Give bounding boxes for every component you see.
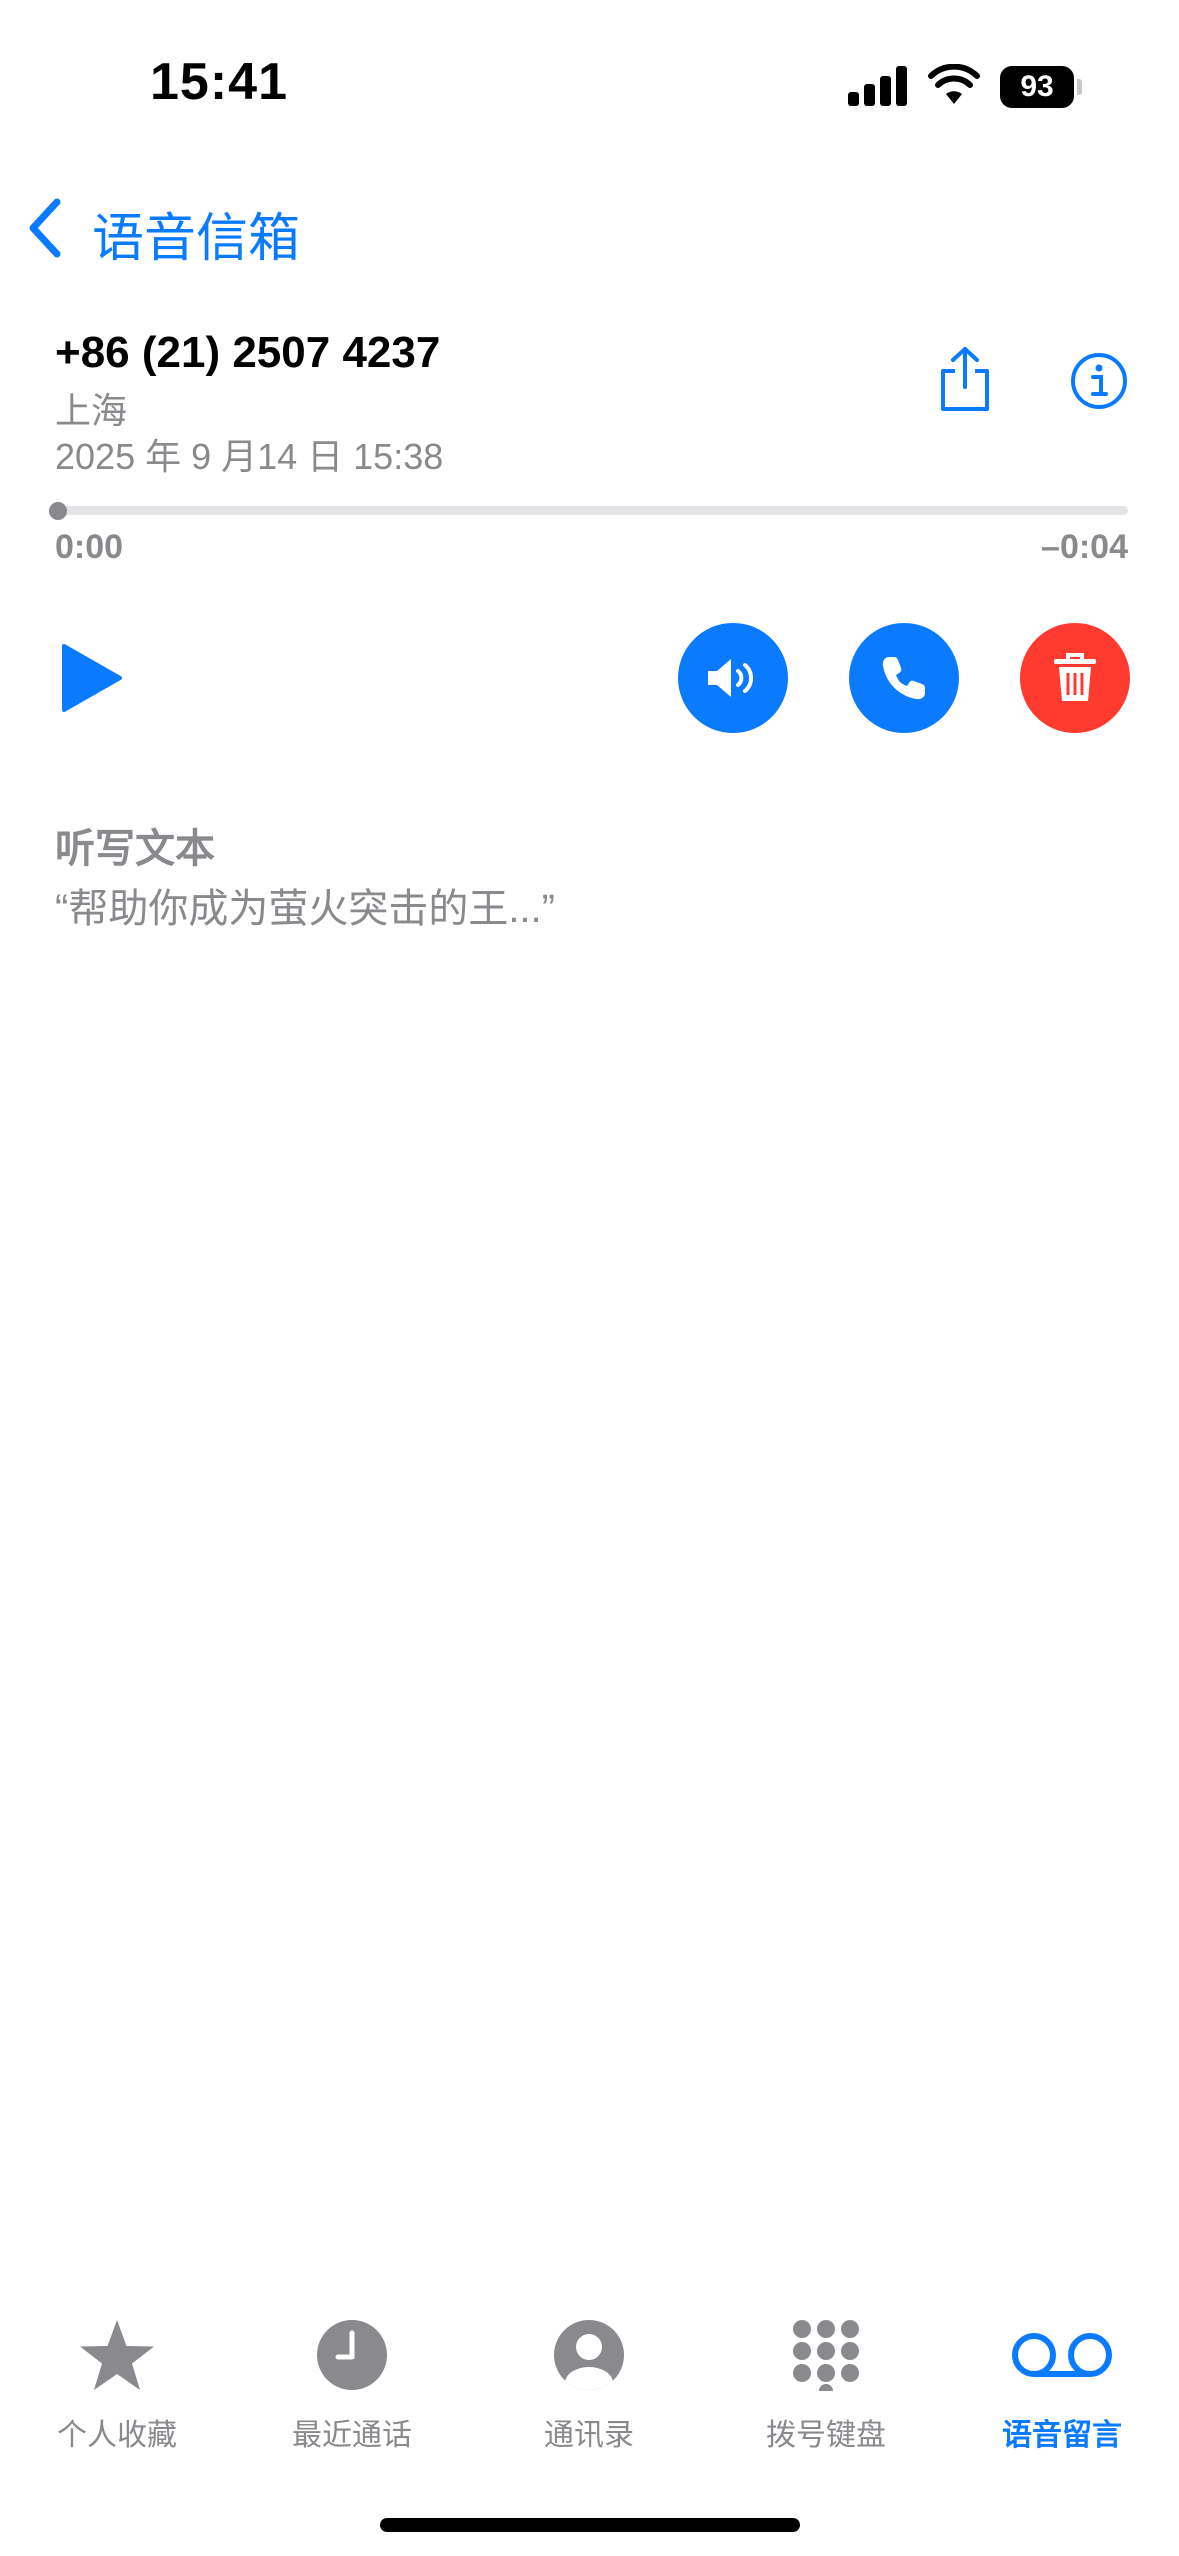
battery-cap: [1077, 79, 1082, 95]
voicemail-datetime: 2025 年 9 月14 日 15:38: [55, 436, 444, 477]
voicemail-icon: [1012, 2333, 1112, 2377]
playback-progress-track[interactable]: [55, 506, 1128, 515]
call-back-button[interactable]: [849, 623, 959, 733]
chevron-left-icon[interactable]: [25, 198, 65, 258]
tab-voicemail[interactable]: 语音留言: [962, 2310, 1162, 2454]
status-time: 15:41: [150, 53, 288, 111]
caller-phone-number: +86 (21) 2507 4237: [55, 328, 441, 377]
wifi-icon: [928, 64, 980, 104]
play-icon[interactable]: [60, 642, 124, 714]
back-button[interactable]: 语音信箱: [92, 196, 300, 271]
tab-label: 拨号键盘: [766, 2419, 886, 2452]
contact-icon: [554, 2320, 624, 2390]
keypad-icon: [793, 2320, 859, 2391]
battery-level: 93: [1020, 70, 1054, 103]
trash-icon: [1054, 653, 1096, 701]
tab-label: 最近通话: [292, 2419, 412, 2452]
tab-recents[interactable]: 最近通话: [252, 2310, 452, 2454]
share-icon[interactable]: [935, 345, 995, 413]
speaker-icon: [708, 659, 753, 697]
transcript-text: “帮助你成为萤火突击的王...”: [55, 887, 555, 931]
info-icon[interactable]: [1070, 352, 1128, 410]
caller-location: 上海: [55, 390, 128, 431]
cellular-signal-icon: [848, 66, 908, 106]
tab-keypad[interactable]: 拨号键盘: [726, 2310, 926, 2454]
playback-scrubber-handle[interactable]: [49, 502, 67, 520]
clock-icon: [317, 2320, 387, 2390]
tab-label: 通讯录: [544, 2419, 634, 2452]
elapsed-time: 0:00: [55, 528, 124, 566]
tab-label: 语音留言: [1002, 2419, 1122, 2452]
home-indicator[interactable]: [380, 2518, 800, 2532]
tab-bar: 个人收藏 最近通话 通讯录 拨号键盘 语音留言: [0, 2310, 1179, 2470]
star-icon: [80, 2320, 154, 2390]
tab-favorites[interactable]: 个人收藏: [17, 2310, 217, 2454]
phone-icon: [882, 657, 925, 700]
battery-icon: 93: [1000, 66, 1074, 108]
speaker-button[interactable]: [678, 623, 788, 733]
transcript-title: 听写文本: [55, 827, 215, 871]
tab-label: 个人收藏: [57, 2419, 177, 2452]
tab-contacts[interactable]: 通讯录: [489, 2310, 689, 2454]
remaining-time: –0:04: [1041, 528, 1128, 566]
delete-button[interactable]: [1020, 623, 1130, 733]
